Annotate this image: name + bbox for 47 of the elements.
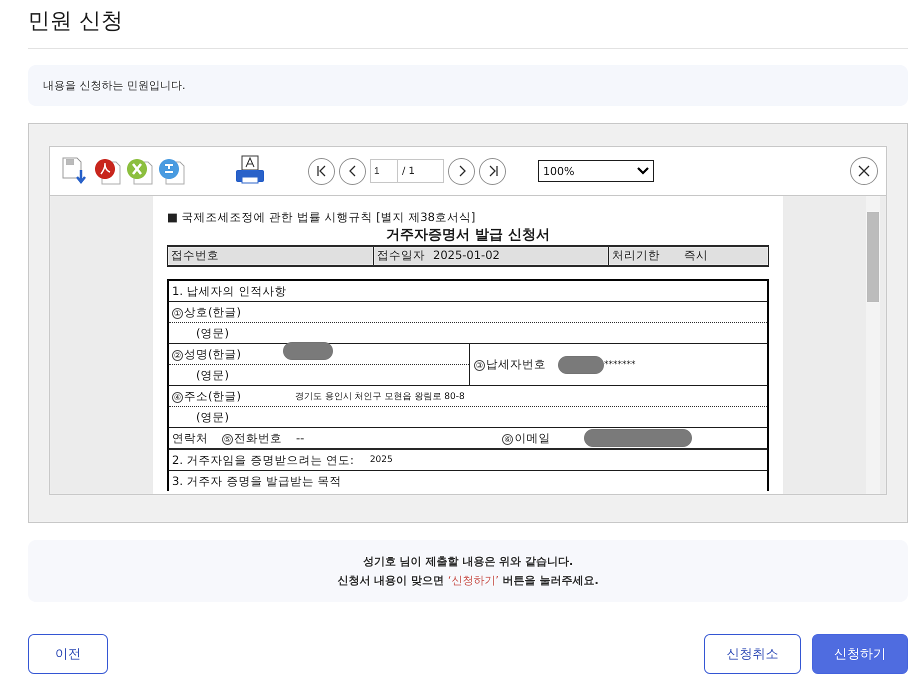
pdf-icon[interactable]	[94, 156, 122, 186]
field-value: 경기도 용인시 처인구 모현읍 왕림로 80-8	[294, 390, 465, 402]
notice-text: 성기호 님이 제출할 내용은 위와 같습니다.	[362, 554, 574, 570]
section-heading: 1. 납세자의 인적사항	[172, 284, 286, 298]
page-total: / 1	[398, 159, 444, 183]
info-banner: 내용을 신청하는 민원입니다.	[28, 65, 908, 106]
form-title: 거주자증명서 발급 신청서	[385, 226, 551, 244]
field-label: (영문)	[195, 326, 229, 340]
field-label: (영문)	[195, 410, 229, 424]
last-page-icon	[486, 165, 498, 177]
redacted-block	[558, 356, 604, 374]
field-label: ④ 주소(한글)	[172, 388, 241, 404]
field-value: 2025	[370, 455, 393, 465]
field-value: --	[296, 431, 304, 445]
section-heading: 3. 거주자 증명을 발급받는 목적	[172, 474, 342, 488]
cancel-button[interactable]: 신청취소	[704, 634, 801, 674]
page-title: 민원 신청	[28, 8, 124, 36]
scrollbar[interactable]	[866, 196, 880, 494]
receipt-value: 2025-01-02	[433, 248, 500, 264]
field-label: ⑤ 전화번호	[222, 430, 282, 446]
field-value: *******	[604, 360, 636, 370]
field-label: 연락처	[172, 430, 208, 446]
close-icon	[858, 165, 870, 177]
page-number-field[interactable]: 1	[370, 159, 398, 183]
field-label: 2. 거주자임을 증명받으려는 연도:	[172, 452, 354, 468]
field-label: (영문)	[195, 368, 229, 382]
first-page-button[interactable]	[308, 158, 335, 184]
close-button[interactable]	[850, 157, 878, 185]
field-label: ② 성명(한글)	[172, 346, 241, 362]
first-page-icon	[316, 165, 328, 177]
last-page-button[interactable]	[479, 158, 506, 184]
receipt-label: 접수번호	[171, 248, 219, 264]
caret-icon	[637, 167, 649, 175]
previous-button[interactable]: 이전	[28, 634, 108, 674]
redacted-block	[282, 342, 333, 360]
receipt-label: 접수일자	[377, 248, 425, 264]
receipt-value: 즉시	[684, 248, 708, 264]
receipt-label: 처리기한	[612, 248, 660, 264]
form-header: ■ 국제조세조정에 관한 법률 시행규칙 [별지 제38호서식]	[167, 210, 476, 225]
field-label: ③ 납세자번호	[474, 357, 546, 372]
submit-button[interactable]: 신청하기	[812, 634, 908, 674]
hwp-icon[interactable]	[158, 156, 186, 186]
field-label: ① 상호(한글)	[172, 304, 241, 320]
zoom-dropdown[interactable]: 100%	[538, 160, 654, 182]
notice-text: 신청서 내용이 맞으면 ‘신청하기’ 버튼을 눌러주세요.	[336, 573, 600, 589]
chevron-left-icon	[346, 165, 358, 177]
field-label: ⑥ 이메일	[502, 430, 550, 446]
